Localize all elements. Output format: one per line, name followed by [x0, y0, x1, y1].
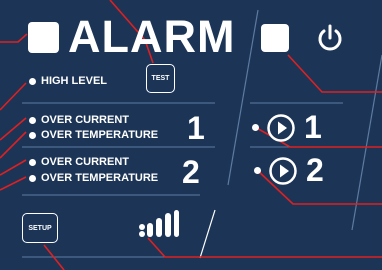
signal-strength-icon — [137, 210, 183, 242]
p2-over-current-led — [29, 159, 36, 166]
run-pump2-number: 2 — [306, 152, 324, 188]
alarm-indicator-light — [28, 22, 59, 53]
callout-high-level — [0, 82, 27, 111]
high-level-led — [29, 78, 36, 85]
p1-over-current-led — [29, 117, 36, 124]
run-pump1-number: 1 — [304, 109, 322, 145]
setup-button[interactable]: SETUP — [22, 213, 58, 243]
callout-p2-over-temp — [0, 176, 27, 191]
signal-slant — [199, 209, 216, 259]
p2-over-current-label: OVER CURRENT — [41, 156, 130, 168]
callout-alarm-indicator — [0, 33, 28, 43]
pump-indicator-light — [261, 24, 289, 52]
alarm-pump2-number: 2 — [182, 154, 200, 190]
alarm-title: ALARM — [68, 11, 236, 62]
p1-over-temperature-label: OVER TEMPERATURE — [41, 129, 159, 141]
callout-signal — [147, 237, 382, 258]
pump2-run-led — [254, 167, 261, 174]
p2-over-temperature-label: OVER TEMPERATURE — [41, 172, 159, 184]
alarm-pump1-number: 1 — [187, 110, 205, 146]
test-button[interactable]: TEST — [146, 64, 175, 93]
power-icon[interactable] — [314, 22, 346, 54]
pump1-run-led — [252, 124, 259, 131]
callout-p2-over-current — [0, 159, 27, 176]
callout-pump-indicator — [287, 54, 382, 93]
p2-over-temperature-led — [29, 175, 36, 182]
p1-over-temperature-led — [29, 132, 36, 139]
pump1-play-circle-icon[interactable] — [267, 114, 295, 142]
pump2-play-circle-icon[interactable] — [269, 157, 297, 185]
high-level-label: HIGH LEVEL — [41, 75, 108, 87]
p1-over-current-label: OVER CURRENT — [41, 114, 130, 126]
controller-panel: ALARM HIGH LEVEL TEST OVER CURRENT OVER … — [0, 0, 382, 270]
